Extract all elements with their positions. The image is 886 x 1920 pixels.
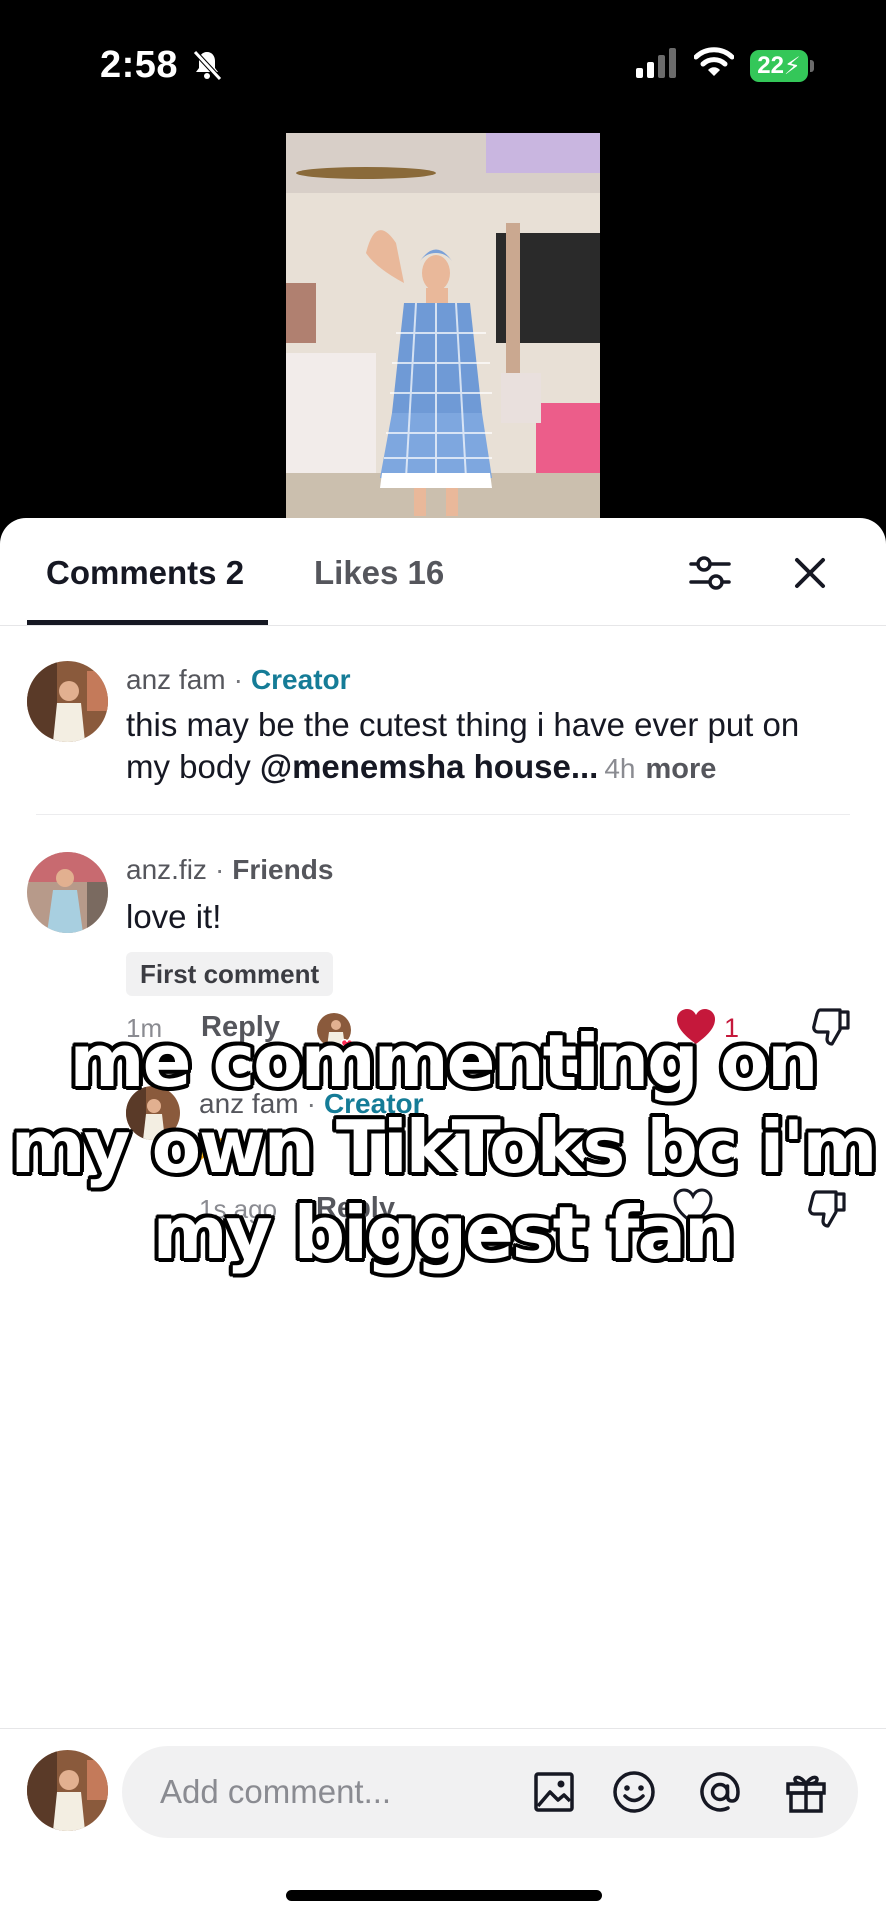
tab-likes[interactable]: Likes 16 <box>314 554 444 592</box>
separator-dot: · <box>233 664 243 695</box>
comment-username[interactable]: anz.fiz · Friends <box>126 854 333 886</box>
battery-indicator: 22 ⚡ <box>750 50 808 82</box>
home-indicator[interactable] <box>286 1890 602 1901</box>
add-comment-input[interactable] <box>160 1746 490 1838</box>
video-thumbnail[interactable] <box>286 133 600 518</box>
more-link[interactable]: more <box>646 753 717 785</box>
tab-bar: Comments 2 Likes 16 <box>0 518 886 626</box>
my-avatar <box>27 1750 108 1831</box>
comment-text: love it! <box>126 898 222 935</box>
status-time: 2:58 <box>100 44 179 86</box>
username-text[interactable]: anz.fiz <box>126 854 207 885</box>
mention-link[interactable]: @menemsha house... <box>260 748 598 785</box>
comment-username[interactable]: anz fam · Creator <box>126 664 351 696</box>
at-icon[interactable] <box>696 1768 744 1816</box>
video-caption-overlay: me commenting on my own TikToks bc i'm m… <box>10 1019 878 1275</box>
divider <box>0 1728 886 1729</box>
image-icon[interactable] <box>530 1768 578 1816</box>
tab-comments[interactable]: Comments 2 <box>46 554 244 592</box>
avatar[interactable] <box>27 661 108 742</box>
avatar[interactable] <box>27 852 108 933</box>
wifi-icon <box>693 46 735 83</box>
creator-label: Creator <box>250 664 351 695</box>
separator-dot: · <box>214 854 225 885</box>
comment-text: this may be the cutest thing i have ever… <box>126 704 846 790</box>
username-text[interactable]: anz fam <box>126 664 226 695</box>
comments-sheet: Comments 2 Likes 16 anz fam · Creator this… <box>0 518 886 1920</box>
battery-level: 22 <box>757 52 784 79</box>
signal-icon <box>636 48 680 83</box>
comment-time: 4h <box>604 753 636 784</box>
active-tab-indicator <box>27 620 268 625</box>
emoji-icon[interactable] <box>610 1768 658 1816</box>
close-icon[interactable] <box>785 548 835 598</box>
charging-icon: ⚡ <box>783 52 801 80</box>
divider <box>36 814 850 815</box>
battery-cap <box>810 60 814 72</box>
gift-icon[interactable] <box>782 1768 830 1816</box>
first-comment-badge: First comment <box>126 952 334 996</box>
comment-composer <box>122 1746 858 1838</box>
bell-off-icon <box>190 48 224 87</box>
status-bar: 2:58 22 ⚡ <box>0 0 886 130</box>
friends-label: Friends <box>232 854 334 885</box>
filter-icon[interactable] <box>687 550 733 596</box>
